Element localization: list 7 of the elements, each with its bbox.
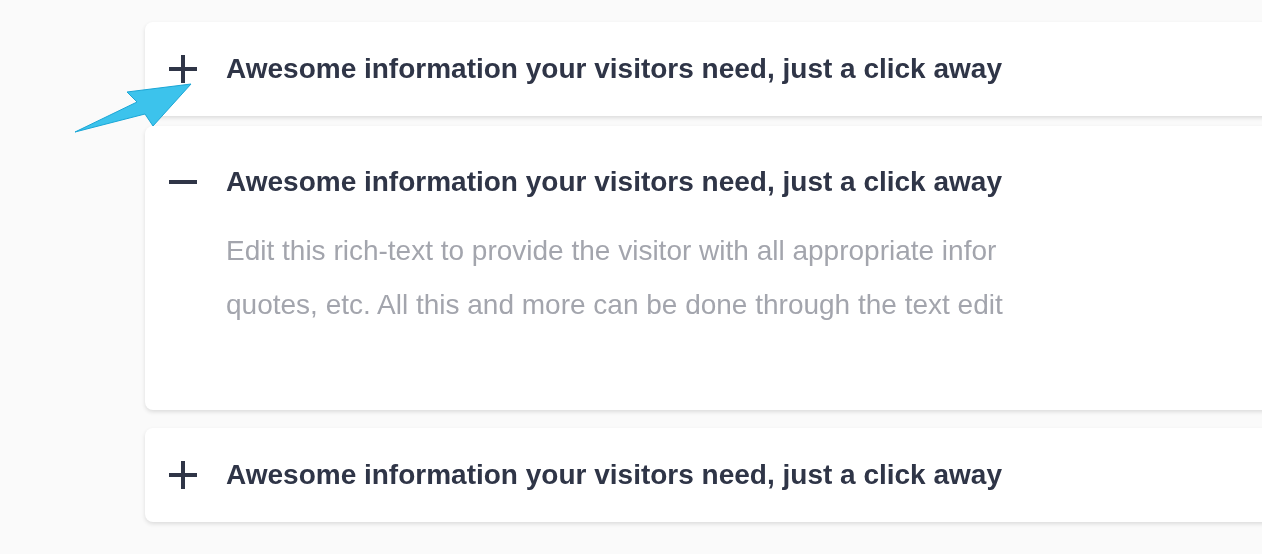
- accordion-question[interactable]: Awesome information your visitors need, just a click away: [226, 165, 1002, 199]
- plus-icon[interactable]: [168, 460, 198, 490]
- accordion-question[interactable]: Awesome information your visitors need, just a click away: [226, 52, 1002, 86]
- accordion-question[interactable]: Awesome information your visitors need, just a click away: [226, 458, 1002, 492]
- plus-icon[interactable]: [168, 54, 198, 84]
- answer-text: quotes, etc. All this and more can be done through the text edit: [226, 288, 1004, 322]
- answer-text: Edit this rich-text to provide the visitor with all appropriate infor: [226, 234, 998, 268]
